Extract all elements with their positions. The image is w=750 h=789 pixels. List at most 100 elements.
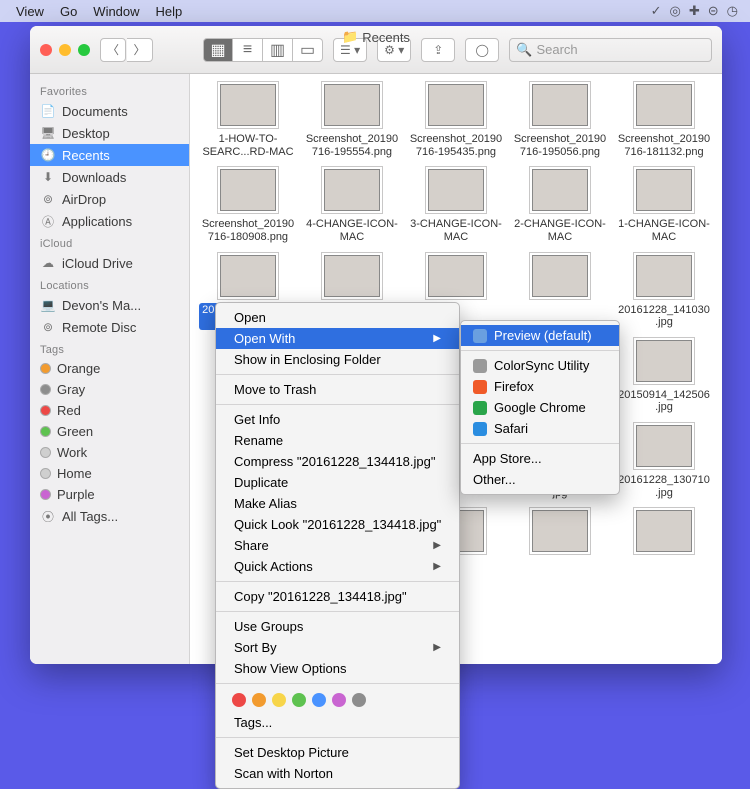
menu-window[interactable]: Window xyxy=(85,4,147,19)
context-menu-item[interactable]: Make Alias xyxy=(216,493,459,514)
context-menu-item[interactable]: Quick Actions▶ xyxy=(216,556,459,577)
context-menu-item[interactable]: Quick Look "20161228_134418.jpg" xyxy=(216,514,459,535)
file-item[interactable]: Screenshot_20190716-180908.png xyxy=(196,169,300,244)
arrange-button[interactable]: ☰ ▾ xyxy=(333,38,367,62)
status-icon[interactable]: ✓ xyxy=(651,3,662,19)
icon-view-button[interactable]: ▦ xyxy=(203,38,233,62)
submenu-item[interactable]: Safari xyxy=(461,418,619,439)
context-menu-item[interactable]: Use Groups xyxy=(216,616,459,637)
context-menu-item[interactable]: Open xyxy=(216,307,459,328)
sidebar-item[interactable]: ⊚AirDrop xyxy=(30,188,189,210)
menu-item-label: Set Desktop Picture xyxy=(234,745,349,760)
sidebar-item[interactable]: Home xyxy=(30,463,189,484)
sidebar-item[interactable]: Work xyxy=(30,442,189,463)
column-view-button[interactable]: ▥ xyxy=(263,38,293,62)
file-item[interactable]: 1-CHANGE-ICON-MAC xyxy=(612,169,716,244)
tag-color-dot[interactable] xyxy=(252,693,266,707)
file-item[interactable]: 1-HOW-TO-SEARC...RD-MAC xyxy=(196,84,300,159)
list-view-button[interactable]: ≡ xyxy=(233,38,263,62)
file-label: 3-CHANGE-ICON-MAC xyxy=(407,217,505,244)
file-item[interactable]: 4-CHANGE-ICON-MAC xyxy=(300,169,404,244)
menu-go[interactable]: Go xyxy=(52,4,85,19)
submenu-item[interactable]: Other... xyxy=(461,469,619,490)
tag-color-dot[interactable] xyxy=(332,693,346,707)
context-menu-item[interactable]: Get Info xyxy=(216,409,459,430)
submenu-item[interactable]: Google Chrome xyxy=(461,397,619,418)
sidebar-item-label: Applications xyxy=(62,214,132,229)
context-menu-item[interactable]: Set Desktop Picture xyxy=(216,742,459,763)
minimize-button[interactable] xyxy=(59,44,71,56)
context-menu-item[interactable]: Rename xyxy=(216,430,459,451)
file-item[interactable]: Screenshot_20190716-195435.png xyxy=(404,84,508,159)
menu-item-label: Show View Options xyxy=(234,661,347,676)
menu-view[interactable]: View xyxy=(8,4,52,19)
sidebar-item[interactable]: ⦿All Tags... xyxy=(30,505,189,527)
context-menu-item[interactable]: Move to Trash xyxy=(216,379,459,400)
context-menu-item[interactable]: Tags... xyxy=(216,712,459,733)
file-item[interactable]: 20161228_130710.jpg xyxy=(612,425,716,500)
sidebar-item[interactable]: Green xyxy=(30,421,189,442)
back-button[interactable]: 〈 xyxy=(100,38,126,62)
submenu-item[interactable]: Preview (default) xyxy=(461,325,619,346)
file-item[interactable] xyxy=(508,510,612,560)
sidebar-item[interactable]: ⒶApplications xyxy=(30,210,189,232)
search-field[interactable]: 🔍 Search xyxy=(509,38,712,62)
file-item[interactable]: Screenshot_20190716-195554.png xyxy=(300,84,404,159)
action-button[interactable]: ⚙ ▾ xyxy=(377,38,411,62)
sidebar-item[interactable]: ⬇Downloads xyxy=(30,166,189,188)
forward-button[interactable]: 〉 xyxy=(127,38,153,62)
file-item[interactable]: 3-CHANGE-ICON-MAC xyxy=(404,169,508,244)
file-item[interactable] xyxy=(612,510,716,560)
context-menu-item[interactable]: Open With▶ xyxy=(216,328,459,349)
zoom-button[interactable] xyxy=(78,44,90,56)
sidebar-item[interactable]: 🕘Recents xyxy=(30,144,189,166)
file-thumbnail xyxy=(636,169,692,211)
tag-color-dot[interactable] xyxy=(352,693,366,707)
menu-item-label: Move to Trash xyxy=(234,382,316,397)
context-menu-item[interactable]: Scan with Norton xyxy=(216,763,459,784)
submenu-item[interactable]: App Store... xyxy=(461,448,619,469)
sidebar-item[interactable]: Orange xyxy=(30,358,189,379)
context-menu-item[interactable]: Copy "20161228_134418.jpg" xyxy=(216,586,459,607)
context-menu-item[interactable]: Sort By▶ xyxy=(216,637,459,658)
file-label: Screenshot_20190716-181132.png xyxy=(615,132,713,159)
status-icon[interactable]: ◎ xyxy=(670,3,681,19)
sidebar-item[interactable]: Gray xyxy=(30,379,189,400)
sidebar-item-label: Devon's Ma... xyxy=(62,298,141,313)
file-item[interactable] xyxy=(508,255,612,330)
submenu-item[interactable]: ColorSync Utility xyxy=(461,355,619,376)
sidebar-item[interactable]: ⊚Remote Disc xyxy=(30,316,189,338)
sidebar-item[interactable]: 📄Documents xyxy=(30,100,189,122)
tag-color-dot[interactable] xyxy=(272,693,286,707)
status-icon[interactable]: ⊝ xyxy=(708,3,719,19)
sidebar-item[interactable]: 🖥Desktop xyxy=(30,122,189,144)
file-item[interactable]: Screenshot_20190716-181132.png xyxy=(612,84,716,159)
context-menu-item[interactable]: Compress "20161228_134418.jpg" xyxy=(216,451,459,472)
submenu-item[interactable]: Firefox xyxy=(461,376,619,397)
sidebar-item-label: iCloud Drive xyxy=(62,256,133,271)
sidebar-item[interactable]: 💻Devon's Ma... xyxy=(30,294,189,316)
status-icon[interactable]: ◷ xyxy=(727,3,738,19)
file-item[interactable]: 20150914_142506.jpg xyxy=(612,340,716,415)
gallery-view-button[interactable]: ▭ xyxy=(293,38,323,62)
menu-help[interactable]: Help xyxy=(148,4,191,19)
submenu-arrow-icon: ▶ xyxy=(433,561,441,572)
file-item[interactable]: 20161228_141030.jpg xyxy=(612,255,716,330)
tag-color-dot[interactable] xyxy=(292,693,306,707)
tag-color-dot[interactable] xyxy=(312,693,326,707)
tag-color-dot[interactable] xyxy=(232,693,246,707)
share-button[interactable]: ⇪ xyxy=(421,38,455,62)
context-menu-item[interactable]: Share▶ xyxy=(216,535,459,556)
status-icon[interactable]: ✚ xyxy=(689,3,700,19)
file-item[interactable]: Screenshot_20190716-195056.png xyxy=(508,84,612,159)
sidebar-item[interactable]: ☁iCloud Drive xyxy=(30,252,189,274)
context-menu-item[interactable]: Show View Options xyxy=(216,658,459,679)
tag-picker[interactable] xyxy=(216,688,459,712)
close-button[interactable] xyxy=(40,44,52,56)
sidebar-item[interactable]: Purple xyxy=(30,484,189,505)
context-menu-item[interactable]: Duplicate xyxy=(216,472,459,493)
tags-button[interactable]: ◯ xyxy=(465,38,499,62)
sidebar-item[interactable]: Red xyxy=(30,400,189,421)
context-menu-item[interactable]: Show in Enclosing Folder xyxy=(216,349,459,370)
file-item[interactable]: 2-CHANGE-ICON-MAC xyxy=(508,169,612,244)
